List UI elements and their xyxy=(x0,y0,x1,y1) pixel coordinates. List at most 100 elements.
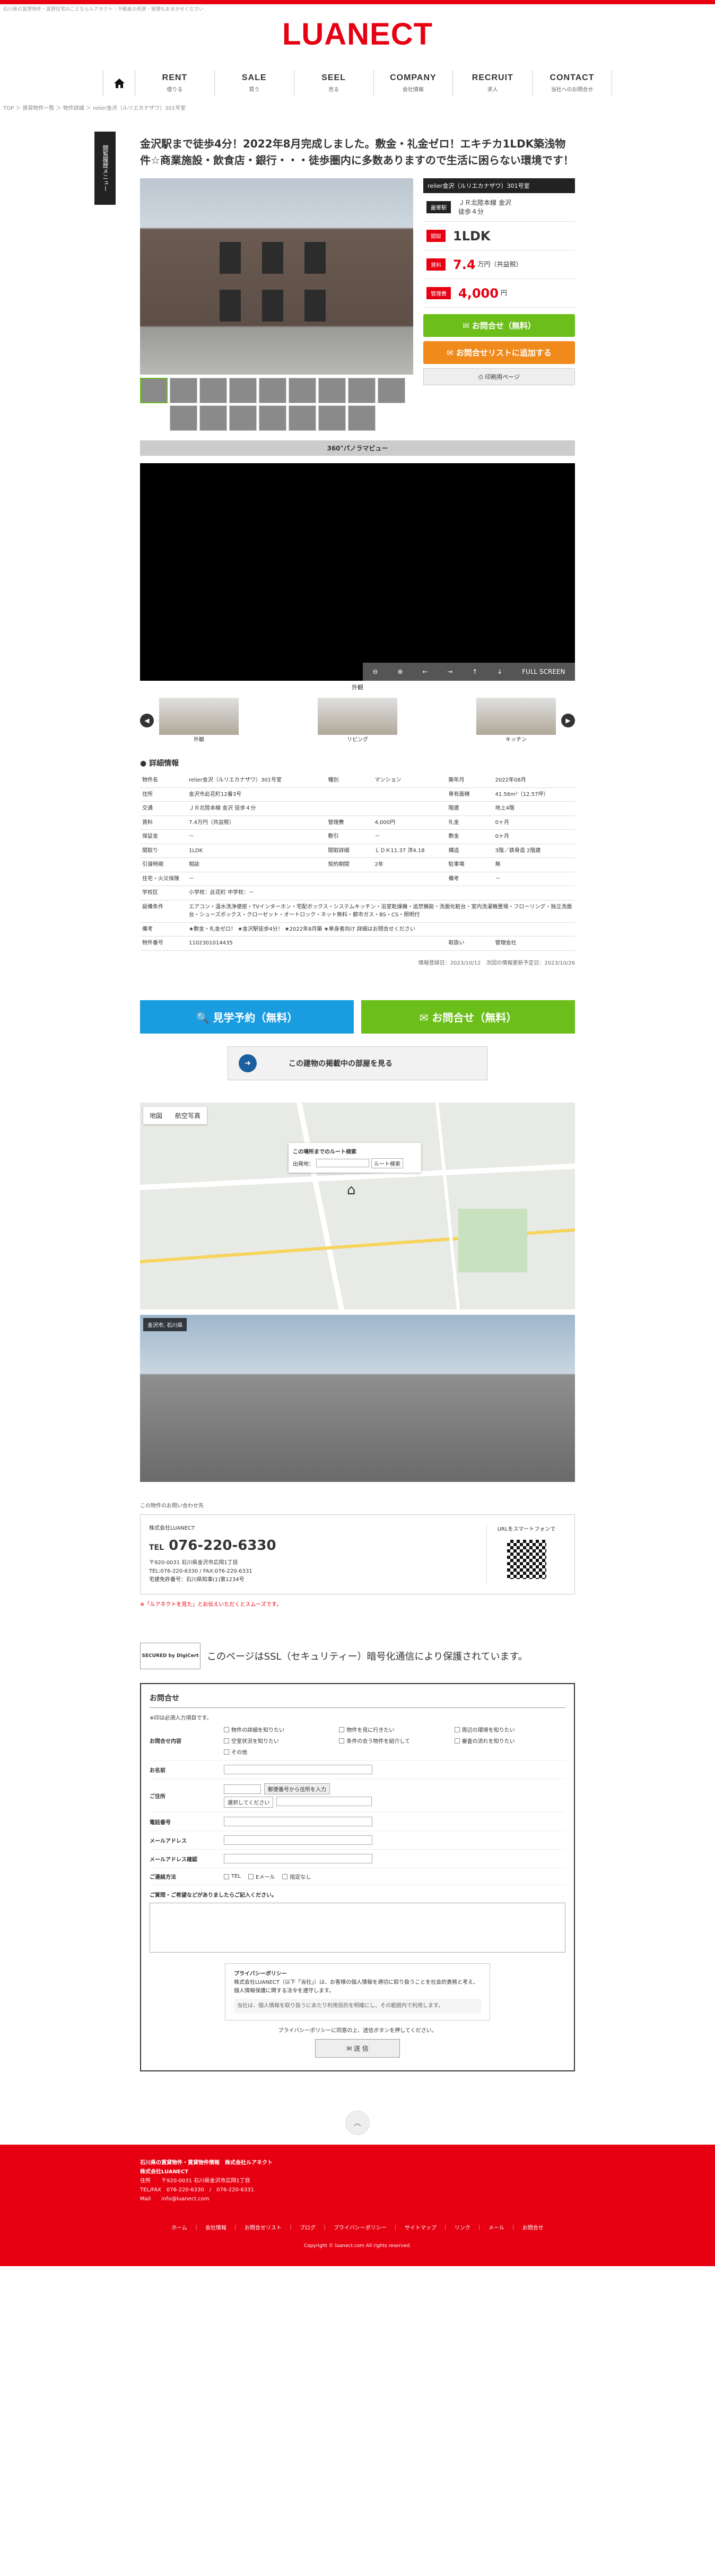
method-radio[interactable]: 指定なし xyxy=(282,1872,311,1880)
contents-checkbox[interactable]: 条件の合う物件を紹介して xyxy=(339,1737,450,1745)
panorama-viewer[interactable]: ⊖ ⊕ ← → ↑ ↓ FULL SCREEN xyxy=(140,463,575,681)
map-tab-map[interactable]: 地図 xyxy=(143,1107,169,1124)
back-to-top-icon[interactable]: ︿ xyxy=(345,2111,370,2136)
arrow-down-icon[interactable]: ↓ xyxy=(497,668,502,675)
ssl-seal-icon[interactable]: SECURED by DigiCert xyxy=(140,1643,200,1670)
arrow-left-icon[interactable]: ← xyxy=(422,668,428,675)
method-radio[interactable]: Eメール xyxy=(248,1872,275,1880)
footer-nav-link[interactable]: ホーム xyxy=(171,2225,187,2231)
strip-prev-icon[interactable]: ◀ xyxy=(140,713,154,727)
thumbnail[interactable] xyxy=(199,378,227,403)
mail-input[interactable] xyxy=(224,1835,372,1845)
footer-nav-link[interactable]: サイトマップ xyxy=(405,2225,437,2231)
strip-item[interactable]: リビング xyxy=(318,698,397,743)
visit-reserve-button[interactable]: 🔍 見学予約（無料） xyxy=(140,1000,354,1034)
detail-value: 4,000円 xyxy=(372,816,447,830)
arrow-up-icon[interactable]: ↑ xyxy=(472,668,477,675)
thumbnail[interactable] xyxy=(140,378,168,403)
detail-table: 物件名 relier金沢（ルリエカナザワ）301号室 種別 マンション 築年月 2022年… xyxy=(140,774,575,951)
contact-button[interactable]: ✉ お問合せ（無料） xyxy=(423,314,575,337)
detail-key: 間取詳細 xyxy=(326,844,373,858)
nav-seel-en: SEEL xyxy=(321,73,346,82)
footer-nav-link[interactable]: お問合せ xyxy=(522,2225,544,2231)
thumbnail[interactable] xyxy=(318,378,346,403)
name-input[interactable] xyxy=(224,1765,372,1775)
strip-image xyxy=(476,698,556,735)
method-radio[interactable]: TEL xyxy=(224,1872,241,1880)
contents-checkbox[interactable]: 審査の流れを知りたい xyxy=(454,1737,565,1745)
route-from-input[interactable] xyxy=(316,1159,369,1167)
prefecture-select[interactable]: 選択してください xyxy=(224,1797,274,1808)
thumbnail[interactable] xyxy=(289,405,316,431)
footer-nav-link[interactable]: 会社情報 xyxy=(205,2225,226,2231)
address-input[interactable] xyxy=(276,1797,372,1807)
map-tab-satellite[interactable]: 航空写真 xyxy=(169,1107,207,1124)
detail-value: 0ヶ月 xyxy=(493,816,575,830)
contact-free-button[interactable]: ✉ お問合せ（無料） xyxy=(361,1000,575,1034)
map-marker-icon[interactable]: ⌂ xyxy=(347,1182,356,1198)
nav-seel[interactable]: SEEL 売る xyxy=(294,70,374,96)
nav-sale[interactable]: SALE 買う xyxy=(215,70,294,96)
nav-rent[interactable]: RENT 借りる xyxy=(135,70,215,96)
building-rooms-link[interactable]: ➜ この建物の掲載中の部屋を見る xyxy=(228,1046,487,1080)
contents-checkbox[interactable]: その他 xyxy=(224,1748,335,1756)
zoom-in-icon[interactable]: ⊕ xyxy=(397,668,403,675)
thumbnail[interactable] xyxy=(229,405,257,431)
phone-number[interactable]: TEL 076-220-6330 xyxy=(149,1535,486,1557)
thumbnail[interactable] xyxy=(259,378,286,403)
add-to-list-button[interactable]: ✉ お問合せリストに追加する xyxy=(423,341,575,364)
agree-note: プライバシーポリシーに同意の上、送信ボタンを押してください。 xyxy=(278,2028,437,2034)
breadcrumb[interactable]: TOP ＞ 賃貸物件一覧 ＞ 物件詳細 ＞ relier金沢（ルリエカナザワ）3… xyxy=(0,96,715,119)
footer-nav-separator: ｜ xyxy=(232,2225,238,2232)
footer-nav-link[interactable]: お問合せリスト xyxy=(245,2225,282,2231)
submit-button[interactable]: ✉ 送 信 xyxy=(315,2039,400,2058)
route-search-button[interactable]: ルート検索 xyxy=(371,1158,403,1168)
nav-home[interactable] xyxy=(103,70,136,96)
print-page-button[interactable]: ⎙ 印刷用ページ xyxy=(423,368,575,385)
thumbnail[interactable] xyxy=(199,405,227,431)
street-view[interactable]: 金沢市, 石川県 xyxy=(140,1314,575,1482)
contents-checkbox[interactable]: 物件を見に行きたい xyxy=(339,1725,450,1733)
zip-input[interactable] xyxy=(224,1784,261,1794)
google-map[interactable]: 地図 航空写真 この場所までのルート検索 出発地： ルート検索 ⌂ xyxy=(140,1102,575,1309)
property-main-photo[interactable] xyxy=(140,178,413,375)
footer-nav-link[interactable]: ブログ xyxy=(300,2225,316,2231)
strip-next-icon[interactable]: ▶ xyxy=(561,713,575,727)
nav-contact-en: CONTACT xyxy=(550,73,595,82)
footer-nav-link[interactable]: プライバシーポリシー xyxy=(334,2225,387,2231)
privacy-policy-box[interactable]: プライバシーポリシー 株式会社LUANECT（以下「当社」）は、お客様の個人情報… xyxy=(225,1963,490,2021)
question-textarea[interactable] xyxy=(150,1903,565,1953)
thumbnail[interactable] xyxy=(170,405,197,431)
footer-nav-link[interactable]: メール xyxy=(489,2225,504,2231)
strip-item[interactable]: 外観 xyxy=(159,698,239,743)
history-menu-tab[interactable]: 閲覧履歴メニュー xyxy=(94,132,116,205)
thumbnail[interactable] xyxy=(318,405,346,431)
contents-checkbox[interactable]: 物件の詳細を知りたい xyxy=(224,1725,335,1733)
thumbnail[interactable] xyxy=(348,405,376,431)
contents-checkbox[interactable]: 周辺の環境を知りたい xyxy=(454,1725,565,1733)
thumbnail[interactable] xyxy=(348,378,376,403)
thumbnail[interactable] xyxy=(259,405,286,431)
print-icon: ⎙ xyxy=(478,374,485,380)
footer-nav-link[interactable]: リンク xyxy=(455,2225,470,2231)
nav-recruit[interactable]: RECRUIT 求人 xyxy=(453,70,533,96)
footer-line: Mail info@luanect.com xyxy=(140,2196,210,2202)
detail-value: エアコン・温水洗浄便座・TVインターホン・宅配ボックス・システムキッチン・浴室乾… xyxy=(187,900,575,923)
fullscreen-button[interactable]: FULL SCREEN xyxy=(522,668,565,675)
contents-checkbox[interactable]: 空室状況を知りたい xyxy=(224,1737,335,1745)
strip-item[interactable]: キッチン xyxy=(476,698,556,743)
mail-confirm-input[interactable] xyxy=(224,1854,372,1864)
site-logo[interactable]: LUANECT xyxy=(0,16,715,52)
route-from-label: 出発地： xyxy=(293,1161,314,1167)
thumbnail[interactable] xyxy=(170,378,197,403)
zip-lookup-button[interactable]: 郵便番号から住所を入力 xyxy=(264,1783,330,1795)
detail-row: 備考 ★敷金・礼金ゼロ！ ★金沢駅徒歩4分！ ★2022年8月築 ★単身者向け 詳… xyxy=(140,922,575,936)
nav-company[interactable]: COMPANY 会社情報 xyxy=(374,70,454,96)
thumbnail[interactable] xyxy=(378,378,405,403)
thumbnail[interactable] xyxy=(229,378,257,403)
nav-contact[interactable]: CONTACT 当社へのお問合せ xyxy=(533,70,612,96)
zoom-out-icon[interactable]: ⊖ xyxy=(372,668,378,675)
thumbnail[interactable] xyxy=(289,378,316,403)
arrow-right-icon[interactable]: → xyxy=(447,668,452,675)
tel-input[interactable] xyxy=(224,1817,372,1827)
